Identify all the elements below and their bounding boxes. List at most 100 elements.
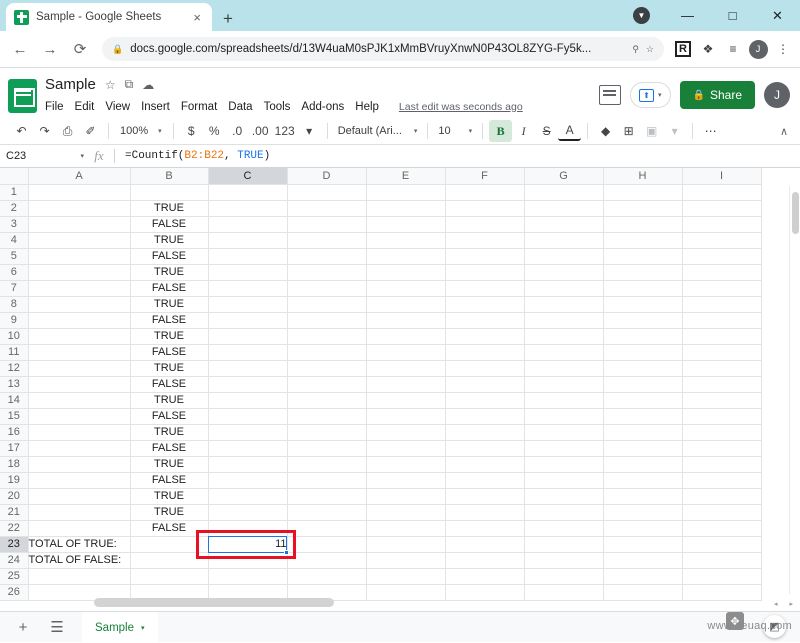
merge-cells-icon[interactable]: ▣ xyxy=(640,120,663,142)
cell-E17[interactable] xyxy=(366,440,446,457)
formula-input[interactable]: =Countif(B2:B22, TRUE) xyxy=(115,150,270,162)
cell-G22[interactable] xyxy=(524,520,604,537)
cell-B5[interactable]: FALSE xyxy=(130,248,209,265)
cell-A18[interactable] xyxy=(28,456,131,473)
row-header-14[interactable]: 14 xyxy=(0,392,29,409)
extension-r-icon[interactable]: R xyxy=(672,38,694,60)
back-icon[interactable]: ← xyxy=(6,35,34,63)
cell-H14[interactable] xyxy=(603,392,683,409)
row-header-12[interactable]: 12 xyxy=(0,360,29,377)
cell-C19[interactable] xyxy=(208,472,288,489)
cell-H7[interactable] xyxy=(603,280,683,297)
cell-H21[interactable] xyxy=(603,504,683,521)
menu-data[interactable]: Data xyxy=(228,101,252,113)
currency-format-icon[interactable]: $ xyxy=(180,120,203,142)
cell-F5[interactable] xyxy=(445,248,525,265)
cell-A9[interactable] xyxy=(28,312,131,329)
cell-H8[interactable] xyxy=(603,296,683,313)
select-all-corner[interactable] xyxy=(0,168,29,185)
table-row[interactable]: 21 TRUE xyxy=(0,504,762,521)
cell-G7[interactable] xyxy=(524,280,604,297)
cell-C2[interactable] xyxy=(208,200,288,217)
cell-E11[interactable] xyxy=(366,344,446,361)
font-selector[interactable]: Default (Ari... ▾ xyxy=(334,125,422,137)
column-header-F[interactable]: F xyxy=(445,168,525,185)
cell-G3[interactable] xyxy=(524,216,604,233)
table-row[interactable]: 20 TRUE xyxy=(0,488,762,505)
cell-B9[interactable]: FALSE xyxy=(130,312,209,329)
cell-H11[interactable] xyxy=(603,344,683,361)
cell-C3[interactable] xyxy=(208,216,288,233)
table-row[interactable]: 19 FALSE xyxy=(0,472,762,489)
cell-B16[interactable]: TRUE xyxy=(130,424,209,441)
cell-A2[interactable] xyxy=(28,200,131,217)
row-header-10[interactable]: 10 xyxy=(0,328,29,345)
cell-F16[interactable] xyxy=(445,424,525,441)
cell-I15[interactable] xyxy=(682,408,762,425)
cell-I9[interactable] xyxy=(682,312,762,329)
cell-I1[interactable] xyxy=(682,184,762,201)
table-row[interactable]: 11 FALSE xyxy=(0,344,762,361)
cell-C23[interactable]: 11 xyxy=(208,536,288,553)
italic-button[interactable]: I xyxy=(512,120,535,142)
cell-F25[interactable] xyxy=(445,568,525,585)
cell-B14[interactable]: TRUE xyxy=(130,392,209,409)
cell-F23[interactable] xyxy=(445,536,525,553)
cell-D6[interactable] xyxy=(287,264,367,281)
vertical-scrollbar[interactable] xyxy=(789,186,800,594)
table-row[interactable]: 22 FALSE xyxy=(0,520,762,537)
cell-E25[interactable] xyxy=(366,568,446,585)
cell-C12[interactable] xyxy=(208,360,288,377)
cell-B11[interactable]: FALSE xyxy=(130,344,209,361)
menu-help[interactable]: Help xyxy=(355,101,379,113)
cell-A6[interactable] xyxy=(28,264,131,281)
cell-F8[interactable] xyxy=(445,296,525,313)
cell-D14[interactable] xyxy=(287,392,367,409)
cell-D19[interactable] xyxy=(287,472,367,489)
cell-B2[interactable]: TRUE xyxy=(130,200,209,217)
table-row[interactable]: 18 TRUE xyxy=(0,456,762,473)
cell-I8[interactable] xyxy=(682,296,762,313)
spreadsheet-grid[interactable]: A B C D E F G H I 1 2 TRUE 3 FALSE 4 TRUE 5 FALSE 6 TRUE 7 FA… xyxy=(0,168,800,608)
comment-icon[interactable] xyxy=(599,85,621,105)
cell-E23[interactable] xyxy=(366,536,446,553)
row-header-9[interactable]: 9 xyxy=(0,312,29,329)
cell-H9[interactable] xyxy=(603,312,683,329)
cloud-saved-icon[interactable]: ☁ xyxy=(142,78,154,92)
cell-G14[interactable] xyxy=(524,392,604,409)
cell-F11[interactable] xyxy=(445,344,525,361)
cell-G12[interactable] xyxy=(524,360,604,377)
table-row[interactable]: 23 TOTAL OF TRUE: 11 xyxy=(0,536,762,553)
new-tab-button[interactable]: + xyxy=(223,10,233,27)
sheet-tab-sample[interactable]: Sample ▾ xyxy=(82,611,158,643)
cell-C20[interactable] xyxy=(208,488,288,505)
menu-file[interactable]: File xyxy=(45,101,64,113)
table-row[interactable]: 1 xyxy=(0,184,762,201)
close-window-button[interactable]: ✕ xyxy=(755,0,800,31)
bold-button[interactable]: B xyxy=(489,120,513,142)
cell-F15[interactable] xyxy=(445,408,525,425)
fill-color-icon[interactable]: ◆ xyxy=(594,120,617,142)
cell-B23[interactable] xyxy=(130,536,209,553)
share-button[interactable]: 🔒 Share xyxy=(679,81,755,109)
cell-I7[interactable] xyxy=(682,280,762,297)
cell-I3[interactable] xyxy=(682,216,762,233)
table-row[interactable]: 9 FALSE xyxy=(0,312,762,329)
row-header-16[interactable]: 16 xyxy=(0,424,29,441)
cell-A4[interactable] xyxy=(28,232,131,249)
column-header-C[interactable]: C xyxy=(208,168,288,185)
cell-I23[interactable] xyxy=(682,536,762,553)
table-row[interactable]: 15 FALSE xyxy=(0,408,762,425)
cell-H17[interactable] xyxy=(603,440,683,457)
cell-C5[interactable] xyxy=(208,248,288,265)
cell-F2[interactable] xyxy=(445,200,525,217)
cell-E7[interactable] xyxy=(366,280,446,297)
text-color-button[interactable]: A xyxy=(558,122,582,141)
cell-G13[interactable] xyxy=(524,376,604,393)
cell-B1[interactable] xyxy=(130,184,209,201)
cell-B6[interactable]: TRUE xyxy=(130,264,209,281)
cell-D4[interactable] xyxy=(287,232,367,249)
cell-C14[interactable] xyxy=(208,392,288,409)
cell-B22[interactable]: FALSE xyxy=(130,520,209,537)
cell-C13[interactable] xyxy=(208,376,288,393)
